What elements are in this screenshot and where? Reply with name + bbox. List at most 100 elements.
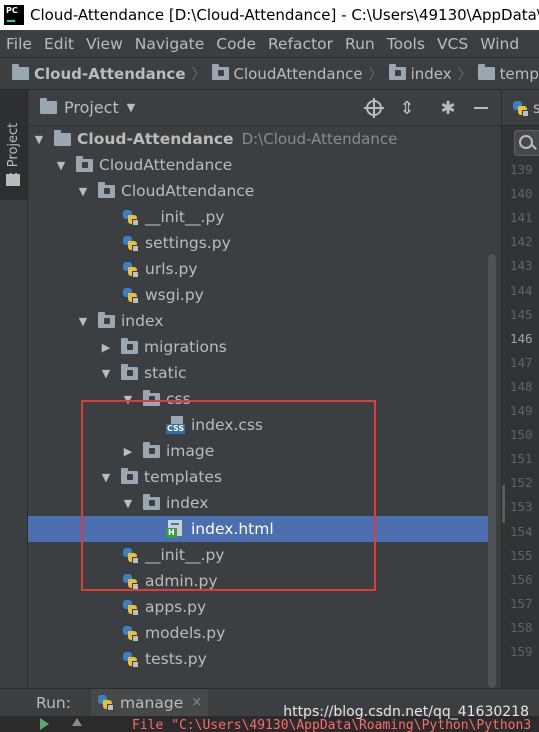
expand-arrow-icon[interactable]: ▼ [121,497,135,510]
window-title: Cloud-Attendance [D:\Cloud-Attendance] -… [30,6,539,24]
menu-view[interactable]: View [80,35,129,53]
editor-tab[interactable]: s [502,90,539,126]
line-number: 139 [510,162,533,177]
tree-row[interactable]: urls.py [28,256,496,282]
breadcrumb-item-index[interactable]: index [388,64,452,83]
tree-row-root[interactable]: ▼ Cloud-Attendance D:\Cloud-Attendance [28,126,496,152]
menu-navigate[interactable]: Navigate [129,35,211,53]
breadcrumb-item-templates[interactable]: templates [477,64,539,83]
menu-edit[interactable]: Edit [38,35,80,53]
watermark-text: https://blog.csdn.net/qq_41630218 [283,704,529,720]
tree-row[interactable]: tests.py [28,646,496,672]
menu-vcs[interactable]: VCS [431,35,474,53]
tree-item-label: wsgi.py [145,286,204,304]
tree-row[interactable]: ▼ css [28,386,496,412]
expand-arrow-icon[interactable]: ▼ [32,133,46,146]
tree-row[interactable]: settings.py [28,230,496,256]
tree-row[interactable]: ▶ image [28,438,496,464]
editor-area: s 139 140 141 142 143 144 145 146 147 148 149 150 15… [501,90,539,690]
tree-row[interactable]: wsgi.py [28,282,496,308]
project-tool-window-button[interactable]: 1: Project [0,90,27,200]
tree-item-label: index.css [191,416,264,434]
tree-item-path: D:\Cloud-Attendance [241,130,398,148]
breadcrumb-item-project[interactable]: Cloud-Attendance [12,64,186,83]
tree-row[interactable]: __init__.py [28,542,496,568]
line-number: 159 [510,644,533,659]
collapse-all-icon[interactable]: ⇕ [397,98,417,119]
html-file-icon: H [166,520,185,538]
view-dropdown-chevron-down-icon[interactable]: ▼ [127,101,135,114]
left-tool-stripe: 1: Project [0,90,28,690]
folder-icon [211,64,229,80]
project-panel-title[interactable]: Project [64,98,119,117]
breadcrumb-separator-icon: 〉 [191,66,206,83]
menu-code[interactable]: Code [210,35,262,53]
tree-item-label: templates [144,468,223,486]
tree-row[interactable]: admin.py [28,568,496,594]
expand-arrow-icon[interactable]: ▶ [99,341,113,354]
tree-row-selected[interactable]: H index.html [28,516,496,542]
tree-row[interactable]: ▶ migrations [28,334,496,360]
project-folder-icon [40,98,57,114]
breadcrumb-separator-icon: 〉 [457,66,472,83]
folder-icon [388,64,406,80]
tree-row[interactable]: ▼ CloudAttendance [28,152,496,178]
tree-row[interactable]: ▼ templates [28,464,496,490]
folder-icon [121,363,138,380]
tree-row[interactable]: CSS index.css [28,412,496,438]
expand-arrow-icon[interactable]: ▼ [76,185,90,198]
run-output-line: File "C:\Users\49130\AppData\Roaming\Pyt… [132,718,532,732]
line-number: 155 [510,547,533,563]
tree-row[interactable]: ▼ CloudAttendance [28,178,496,204]
expand-arrow-icon[interactable]: ▼ [76,315,90,328]
menu-run[interactable]: Run [339,35,381,53]
folder-icon [121,467,138,484]
tree-row[interactable]: models.py [28,620,496,646]
tree-item-label: tests.py [145,650,207,668]
expand-arrow-icon[interactable]: ▼ [99,367,113,380]
menu-refactor[interactable]: Refactor [262,35,339,53]
scroll-up-arrow-icon[interactable] [72,718,82,726]
folder-icon [477,64,495,80]
project-panel-header: Project ▼ ⇕ ✱ [28,90,501,126]
rerun-play-icon[interactable] [40,718,49,730]
tree-row[interactable]: ▼ index [28,308,496,334]
line-number: 157 [510,595,533,611]
editor-scrollbar[interactable] [502,485,505,523]
menu-tools[interactable]: Tools [381,35,431,53]
expand-arrow-icon[interactable]: ▼ [121,393,135,406]
run-tab-manage[interactable]: manage × [90,689,209,716]
tree-item-label: admin.py [145,572,218,590]
folder-icon [121,337,138,354]
run-tab-label: manage [119,693,184,712]
tree-row[interactable]: ▼ index [28,490,496,516]
expand-arrow-icon[interactable]: ▼ [54,159,68,172]
menu-file[interactable]: File [0,35,38,53]
menu-window[interactable]: Wind [474,35,525,53]
python-file-icon [97,694,114,711]
tree-row[interactable]: __init__.py [28,204,496,230]
close-icon[interactable]: × [191,695,202,710]
breadcrumb-item-cloudattendance[interactable]: CloudAttendance [211,64,363,83]
expand-arrow-icon[interactable]: ▶ [121,445,135,458]
project-folder-icon [12,64,29,80]
tree-item-label: apps.py [145,598,207,616]
tree-row[interactable]: ▼ static [28,360,496,386]
python-file-icon [122,547,139,564]
tree-row[interactable]: apps.py [28,594,496,620]
tree-item-label: CloudAttendance [121,182,255,200]
line-number: 145 [510,306,533,322]
line-number: 143 [510,258,533,274]
line-number: 147 [510,354,533,370]
hide-panel-icon[interactable] [471,98,491,118]
gear-icon[interactable]: ✱ [438,98,458,119]
expand-arrow-icon[interactable]: ▼ [99,471,113,484]
tree-scrollbar[interactable] [488,254,496,688]
menu-bar: File Edit View Navigate Code Refactor Ru… [0,30,539,57]
tree-item-label: models.py [145,624,226,642]
search-icon[interactable] [514,130,539,156]
folder-icon [143,389,160,406]
locate-file-icon[interactable] [364,98,384,118]
run-label: Run: [36,693,71,712]
line-number: 158 [510,619,533,635]
